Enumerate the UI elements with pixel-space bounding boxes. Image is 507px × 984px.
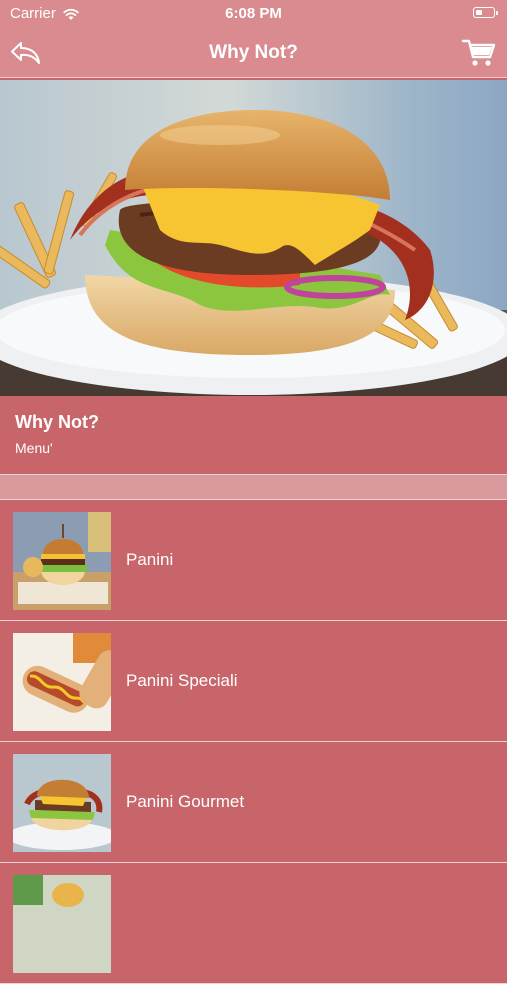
shopping-cart-icon — [461, 39, 496, 66]
nav-title: Why Not? — [209, 42, 298, 63]
status-bar: Carrier 6:08 PM — [0, 0, 507, 28]
menu-subtitle: Menu' — [15, 440, 53, 456]
status-time: 6:08 PM — [225, 5, 282, 22]
section-separator — [0, 474, 507, 500]
menu-item-label: Panini Gourmet — [126, 792, 245, 811]
panini-speciali-thumbnail — [13, 633, 111, 731]
partial-thumbnail — [13, 875, 111, 973]
cart-button[interactable] — [461, 36, 497, 70]
panini-thumbnail — [13, 512, 111, 610]
menu-item-partial[interactable] — [0, 863, 507, 984]
hero-image — [0, 80, 507, 396]
menu-item-label: Panini — [126, 550, 174, 569]
menu-item-label: Panini Speciali — [126, 671, 238, 690]
restaurant-title: Why Not? — [15, 412, 99, 432]
menu-item-panini-speciali[interactable]: Panini Speciali — [0, 621, 507, 742]
menu-list: Panini Panini Speciali Panini Gourmet — [0, 500, 507, 984]
burger-photo — [0, 80, 507, 396]
menu-item-panini[interactable]: Panini — [0, 500, 507, 621]
menu-item-panini-gourmet[interactable]: Panini Gourmet — [0, 742, 507, 863]
battery-icon — [473, 7, 498, 18]
restaurant-info: Why Not? Menu' — [0, 396, 507, 474]
nav-bar: Why Not? — [0, 28, 507, 78]
panini-gourmet-thumbnail — [13, 754, 111, 852]
